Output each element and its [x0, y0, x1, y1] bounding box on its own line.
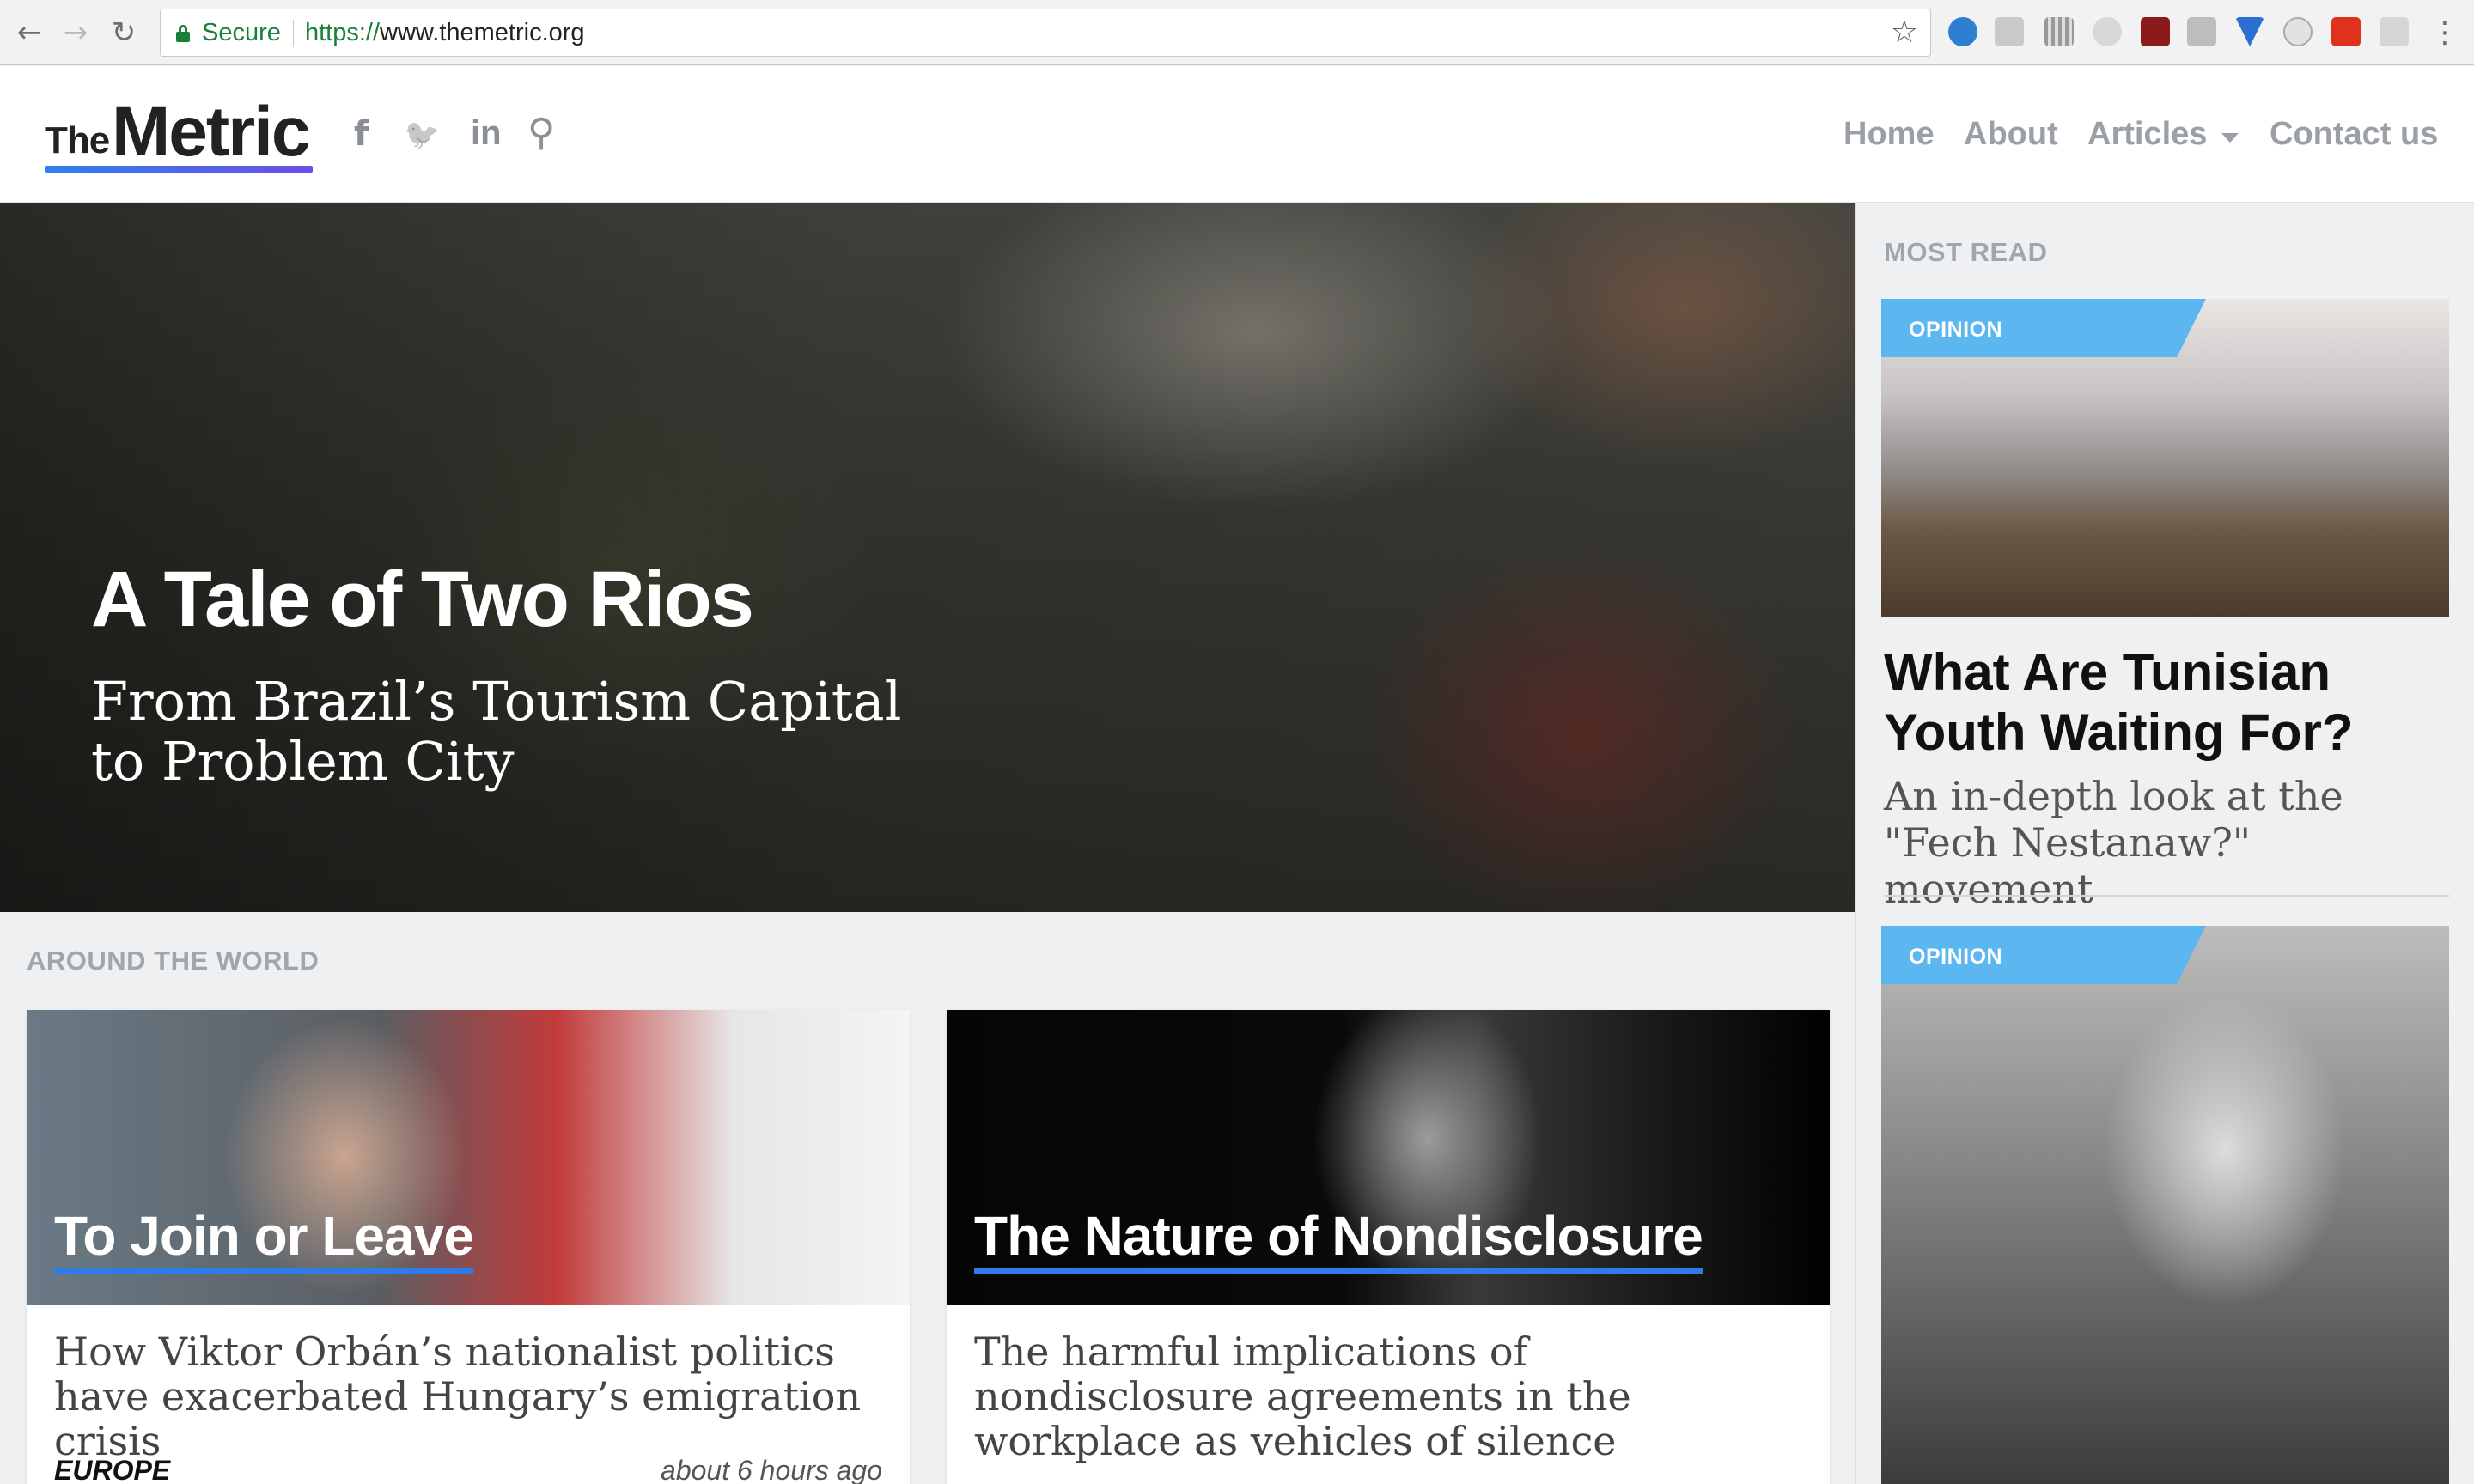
logo-underline	[45, 166, 313, 173]
badge-label: OPINION	[1909, 945, 2003, 969]
article-card[interactable]: To Join or Leave How Viktor Orbán’s nati…	[27, 1010, 910, 1484]
side-divider	[1884, 895, 2449, 897]
logo-metric: Metric	[112, 93, 311, 171]
hero-title[interactable]: A Tale of Two Rios	[91, 555, 754, 645]
twitter-icon[interactable]: 🐦	[404, 118, 440, 152]
nav-articles[interactable]: Articles	[2087, 116, 2207, 153]
sidebar-most-read: MOST READ OPINION What Are Tunisian Yout…	[1855, 203, 2474, 1484]
article-card-title[interactable]: The Nature of Nondisclosure	[974, 1206, 1703, 1274]
article-card-title[interactable]: To Join or Leave	[54, 1206, 474, 1274]
site-header: The Metric f 🐦 in ⚲ Home About Articles …	[0, 66, 2474, 203]
side-card-title[interactable]: What Are Tunisian Youth Waiting For?	[1884, 642, 2451, 763]
ublock-extension-icon[interactable]	[2141, 17, 2170, 46]
hero-feature[interactable]: A Tale of Two Rios From Brazil’s Tourism…	[0, 203, 1855, 912]
side-card-description: An in-depth look at the "Fech Nestanaw?"…	[1884, 773, 2343, 912]
reload-icon[interactable]: ↻	[107, 15, 141, 50]
nav-contact[interactable]: Contact us	[2270, 116, 2438, 153]
menu-icon[interactable]: ⋮	[2428, 15, 2462, 50]
secure-label: Secure	[202, 19, 281, 46]
linkedin-icon[interactable]: in	[471, 114, 502, 153]
article-card-image: The Nature of Nondisclosure	[947, 1010, 1830, 1305]
address-bar[interactable]: Secure https://www.themetric.org ☆	[160, 9, 1931, 57]
logo-the: The	[45, 119, 110, 161]
url-host: www.themetric.org	[380, 19, 585, 46]
article-card-image: To Join or Leave	[27, 1010, 910, 1305]
url-scheme: https://	[305, 19, 381, 46]
compass-extension-icon[interactable]	[1948, 17, 1977, 46]
badge-label: OPINION	[1909, 318, 2003, 342]
side-card-image[interactable]: OPINION	[1881, 926, 2449, 1484]
nav-home[interactable]: Home	[1843, 116, 1935, 153]
vue-extension-icon[interactable]	[2235, 17, 2264, 46]
react-extension-icon[interactable]	[2093, 17, 2122, 46]
article-card[interactable]: The Nature of Nondisclosure The harmful …	[947, 1010, 1830, 1484]
tab-extension-icon[interactable]	[2380, 17, 2409, 46]
opinion-badge: OPINION	[1881, 926, 2206, 984]
extension-icon[interactable]	[1995, 17, 2024, 46]
hero-subtitle: From Brazil’s Tourism Capital to Problem…	[91, 670, 902, 793]
back-icon[interactable]: ←	[12, 15, 46, 50]
bookmark-star-icon[interactable]: ☆	[1891, 15, 1918, 50]
url-separator	[293, 20, 294, 47]
section-label-around-the-world: AROUND THE WORLD	[27, 946, 320, 976]
url-text[interactable]: https://www.themetric.org	[305, 19, 585, 47]
facebook-icon[interactable]: f	[354, 114, 369, 154]
article-card-description: The harmful implications of nondisclosur…	[974, 1329, 1631, 1464]
chevron-down-icon[interactable]	[2221, 133, 2239, 143]
side-card-image[interactable]: OPINION	[1881, 299, 2449, 617]
article-category[interactable]: EUROPE	[54, 1455, 170, 1484]
article-card-description: How Viktor Orbán’s nationalist politics …	[54, 1329, 862, 1464]
browser-toolbar: ← → ↻ Secure https://www.themetric.org ☆…	[0, 0, 2474, 65]
search-icon[interactable]: ⚲	[527, 111, 555, 155]
cors-extension-icon[interactable]	[2331, 17, 2361, 46]
lock-icon	[176, 25, 190, 42]
barcode-extension-icon[interactable]	[2044, 17, 2074, 46]
circle-extension-icon[interactable]	[2283, 17, 2313, 46]
opinion-badge: OPINION	[1881, 299, 2206, 357]
nav-about[interactable]: About	[1964, 116, 2058, 153]
grammarly-extension-icon[interactable]	[2187, 17, 2216, 46]
section-label-most-read: MOST READ	[1884, 237, 2048, 267]
article-timestamp: about 6 hours ago	[661, 1455, 882, 1484]
forward-icon[interactable]: →	[58, 15, 93, 50]
